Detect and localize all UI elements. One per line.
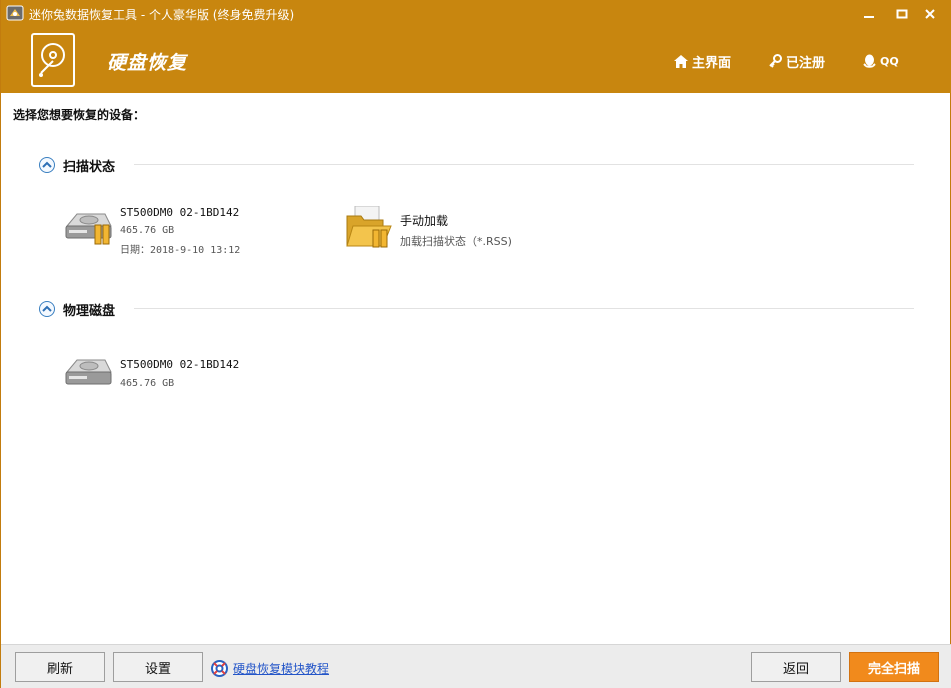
section-divider [134, 308, 914, 309]
nav-registered-label: 已注册 [786, 55, 826, 71]
folder-load-icon [346, 206, 392, 248]
back-button[interactable]: 返回 [751, 652, 841, 682]
settings-button[interactable]: 设置 [113, 652, 203, 682]
full-scan-button[interactable]: 完全扫描 [849, 652, 939, 682]
app-logo-icon [6, 5, 24, 21]
qq-penguin-icon [863, 54, 876, 68]
scan-status-disk-item[interactable]: ST500DM0 02-1BD142 465.76 GB 日期：2018-9-1… [63, 206, 263, 258]
manual-load-item[interactable]: 手动加载 加载扫描状态（*.RSS) [345, 206, 545, 252]
hard-disk-scan-icon [65, 213, 112, 245]
hard-disk-logo-icon [31, 33, 75, 87]
nav-registered[interactable]: 已注册 [769, 51, 825, 71]
app-window: 迷你兔数据恢复工具 - 个人豪华版 (终身免费升级) 硬盘恢复 主界面 已注册 … [0, 0, 951, 688]
disk-size: 465.76 GB [120, 225, 175, 236]
disk-size: 465.76 GB [120, 378, 175, 389]
maximize-icon [896, 9, 908, 19]
nav-home[interactable]: 主界面 [674, 51, 731, 71]
disk-name: ST500DM0 02-1BD142 [120, 206, 240, 219]
minimize-button[interactable] [858, 4, 880, 24]
section-scan-status: 扫描状态 [39, 156, 116, 175]
close-icon [925, 9, 935, 19]
window-title: 迷你兔数据恢复工具 - 个人豪华版 (终身免费升级) [29, 8, 295, 22]
bottom-toolbar: 刷新 设置 硬盘恢复模块教程 返回 完全扫描 [1, 644, 951, 688]
manual-load-desc: 加载扫描状态（*.RSS) [400, 235, 512, 248]
collapse-toggle-button[interactable] [39, 301, 55, 317]
manual-load-title: 手动加载 [400, 214, 449, 228]
title-bar: 迷你兔数据恢复工具 - 个人豪华版 (终身免费升级) [1, 0, 951, 28]
chevron-up-icon [42, 305, 52, 312]
header-band: 迷你兔数据恢复工具 - 个人豪华版 (终身免费升级) 硬盘恢复 主界面 已注册 … [1, 0, 951, 93]
key-icon [769, 54, 782, 68]
home-icon [674, 54, 688, 68]
tutorial-link-label: 硬盘恢复模块教程 [233, 662, 330, 676]
lifebuoy-icon [211, 660, 228, 677]
nav-qq-label: QQ [880, 54, 899, 68]
collapse-toggle-button[interactable] [39, 157, 55, 173]
section-physical-disk: 物理磁盘 [39, 300, 116, 319]
tutorial-link[interactable]: 硬盘恢复模块教程 [211, 660, 329, 677]
disk-name: ST500DM0 02-1BD142 [120, 358, 240, 371]
section-title: 物理磁盘 [63, 303, 116, 319]
refresh-button[interactable]: 刷新 [15, 652, 105, 682]
minimize-icon [864, 16, 874, 18]
device-prompt: 选择您想要恢复的设备： [13, 108, 146, 122]
chevron-up-icon [42, 161, 52, 168]
section-divider [134, 164, 914, 165]
physical-disk-item[interactable]: ST500DM0 02-1BD142 465.76 GB [63, 356, 263, 396]
section-title: 扫描状态 [63, 159, 116, 175]
nav-home-label: 主界面 [692, 55, 732, 71]
hard-disk-icon [65, 359, 112, 385]
scan-date: 日期：2018-9-10 13:12 [120, 245, 241, 256]
maximize-button[interactable] [891, 4, 913, 24]
nav-qq[interactable]: QQ [863, 51, 899, 71]
module-title: 硬盘恢复 [107, 52, 188, 74]
close-button[interactable] [919, 4, 941, 24]
